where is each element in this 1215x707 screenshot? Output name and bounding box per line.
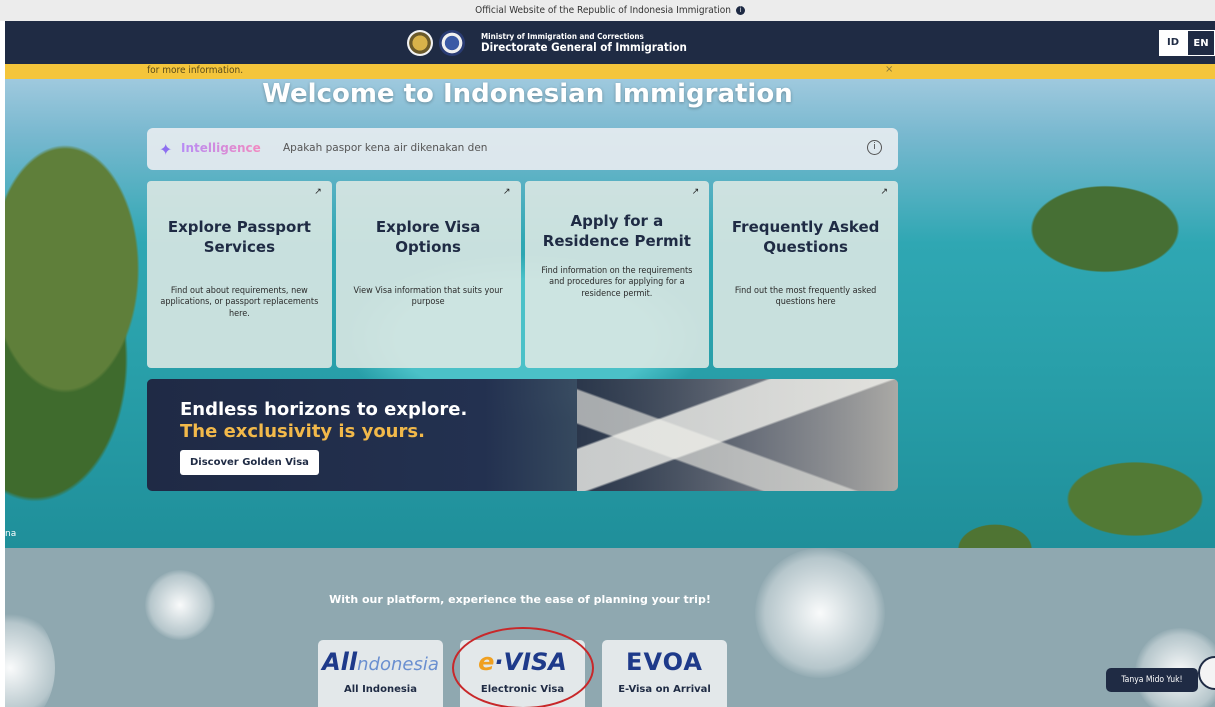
decorative-bubble — [755, 548, 885, 678]
header-logo-group[interactable]: Ministry of Immigration and Corrections … — [407, 29, 687, 57]
hero-edge-text: na — [5, 529, 17, 539]
tile-evisa-on-arrival[interactable]: EVOA E-Visa on Arrival — [602, 640, 727, 707]
chat-assistant-button[interactable]: Tanya Mido Yuk! — [1106, 668, 1198, 692]
official-site-text: Official Website of the Republic of Indo… — [475, 5, 732, 16]
platform-title: With our platform, experience the ease o… — [329, 593, 711, 606]
arrow-up-right-icon: ↗ — [691, 187, 700, 197]
tile-label: All Indonesia — [344, 684, 417, 695]
platform-section: With our platform, experience the ease o… — [5, 548, 1215, 707]
notice-banner: for more information. × — [5, 64, 1215, 79]
header-titles: Ministry of Immigration and Corrections … — [481, 32, 687, 55]
card-description: View Visa information that suits your pu… — [353, 285, 503, 308]
golden-visa-tagline: The exclusivity is yours. — [180, 421, 425, 442]
official-site-strip: Official Website of the Republic of Indo… — [0, 0, 1215, 21]
info-icon[interactable]: i — [867, 140, 882, 155]
header-bar: Ministry of Immigration and Corrections … — [5, 21, 1215, 64]
intelligence-search-bar[interactable]: ✦ Intelligence i — [147, 128, 898, 170]
highlight-circle-annotation — [452, 627, 594, 707]
garuda-emblem-icon — [407, 30, 433, 56]
evoa-logo: EVOA — [626, 648, 703, 676]
golden-visa-headline: Endless horizons to explore. — [180, 399, 468, 420]
card-residence-permit[interactable]: ↗ Apply for a Residence Permit Find info… — [524, 181, 710, 368]
close-icon[interactable]: × — [885, 64, 893, 75]
ministry-emblem-icon — [439, 30, 465, 56]
hero-title: Welcome to Indonesian Immigration — [262, 79, 793, 109]
card-passport-services[interactable]: ↗ Explore Passport Services Find out abo… — [147, 181, 332, 368]
decorative-bubble — [5, 608, 55, 707]
card-description: Find information on the requirements and… — [541, 265, 693, 299]
card-title: Explore Visa Options — [375, 218, 481, 257]
discover-golden-visa-button[interactable]: Discover Golden Visa — [180, 450, 319, 475]
intelligence-brand: Intelligence — [181, 141, 261, 155]
card-faq[interactable]: ↗ Frequently Asked Questions Find out th… — [713, 181, 898, 368]
all-indonesia-logo: Allndonesia — [322, 648, 439, 676]
arrow-up-right-icon: ↗ — [880, 187, 888, 197]
directorate-name: Directorate General of Immigration — [481, 40, 687, 55]
card-description: Find out the most frequently asked quest… — [734, 285, 877, 308]
hero-section: Welcome to Indonesian Immigration ✦ Inte… — [5, 79, 1215, 548]
card-title: Explore Passport Services — [167, 218, 311, 257]
tile-label: E-Visa on Arrival — [618, 684, 711, 695]
tile-all-indonesia[interactable]: Allndonesia All Indonesia — [318, 640, 443, 707]
card-description: Find out about requirements, new applica… — [160, 285, 319, 319]
notice-text[interactable]: for more information. — [147, 65, 243, 76]
info-icon[interactable]: i — [735, 5, 745, 15]
card-title: Frequently Asked Questions — [731, 218, 880, 257]
card-title: Apply for a Residence Permit — [542, 212, 691, 251]
card-visa-options[interactable]: ↗ Explore Visa Options View Visa informa… — [335, 181, 521, 368]
service-cards: ↗ Explore Passport Services Find out abo… — [147, 181, 898, 368]
language-switcher: ID EN — [1159, 30, 1215, 56]
sparkle-icon: ✦ — [159, 140, 173, 159]
golden-visa-banner: Endless horizons to explore. The exclusi… — [147, 379, 898, 491]
lang-id-button[interactable]: ID — [1159, 30, 1187, 56]
search-input[interactable] — [283, 142, 843, 154]
arrow-up-right-icon: ↗ — [502, 187, 511, 197]
arrow-up-right-icon: ↗ — [314, 187, 322, 197]
golden-visa-image — [577, 379, 898, 491]
lang-en-button[interactable]: EN — [1187, 30, 1215, 56]
